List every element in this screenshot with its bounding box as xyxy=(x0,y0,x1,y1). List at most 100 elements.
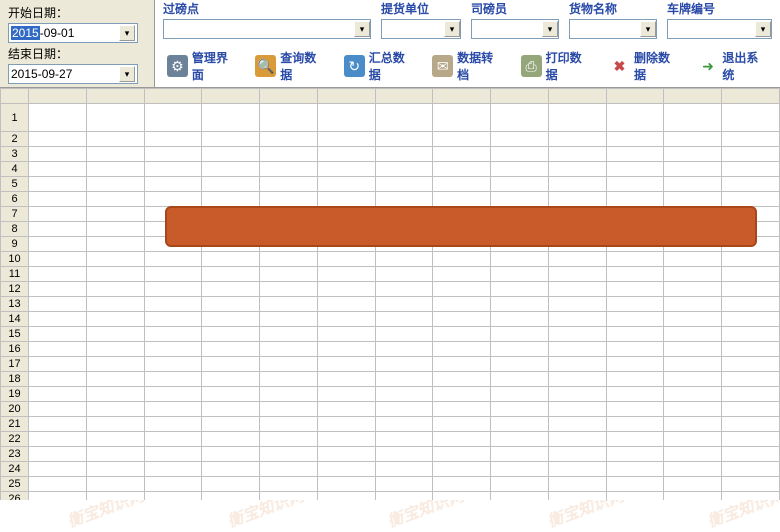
grid-cell[interactable] xyxy=(548,192,606,207)
grid-cell[interactable] xyxy=(144,417,202,432)
grid-cell[interactable] xyxy=(86,312,144,327)
grid-cell[interactable] xyxy=(375,327,433,342)
grid-cell[interactable] xyxy=(375,492,433,501)
chevron-down-icon[interactable]: ▾ xyxy=(119,25,135,41)
grid-col-header[interactable] xyxy=(202,89,260,104)
grid-cell[interactable] xyxy=(86,492,144,501)
grid-cell[interactable] xyxy=(29,297,87,312)
manage-button[interactable]: ⚙管理界面 xyxy=(167,49,237,83)
grid-cell[interactable] xyxy=(722,372,780,387)
grid-cell[interactable] xyxy=(606,432,664,447)
grid-cell[interactable] xyxy=(260,357,318,372)
grid-cell[interactable] xyxy=(29,237,87,252)
grid-cell[interactable] xyxy=(86,417,144,432)
grid-cell[interactable] xyxy=(722,104,780,132)
grid-cell[interactable] xyxy=(433,402,491,417)
table-row[interactable]: 11 xyxy=(1,267,780,282)
grid-cell[interactable] xyxy=(433,342,491,357)
grid-cell[interactable] xyxy=(144,342,202,357)
grid-cell[interactable] xyxy=(317,162,375,177)
grid-cell[interactable] xyxy=(260,177,318,192)
grid-cell[interactable] xyxy=(664,104,722,132)
grid-cell[interactable] xyxy=(433,357,491,372)
grid-cell[interactable] xyxy=(548,372,606,387)
grid-cell[interactable] xyxy=(202,342,260,357)
grid-cell[interactable] xyxy=(491,417,549,432)
grid-cell[interactable] xyxy=(491,387,549,402)
grid-cell[interactable] xyxy=(144,162,202,177)
grid-cell[interactable] xyxy=(548,104,606,132)
grid-cell[interactable] xyxy=(86,147,144,162)
grid-cell[interactable] xyxy=(260,192,318,207)
chevron-down-icon[interactable]: ▾ xyxy=(354,21,370,37)
grid-cell[interactable] xyxy=(606,192,664,207)
grid-cell[interactable] xyxy=(202,282,260,297)
grid-cell[interactable] xyxy=(606,177,664,192)
grid-cell[interactable] xyxy=(144,492,202,501)
grid-cell[interactable] xyxy=(144,252,202,267)
grid-cell[interactable] xyxy=(317,492,375,501)
grid-cell[interactable] xyxy=(491,312,549,327)
table-row[interactable]: 22 xyxy=(1,432,780,447)
grid-cell[interactable] xyxy=(491,132,549,147)
grid-cell[interactable] xyxy=(433,492,491,501)
grid-cell[interactable] xyxy=(548,417,606,432)
grid-cell[interactable] xyxy=(202,357,260,372)
grid-cell[interactable] xyxy=(722,177,780,192)
grid-cell[interactable] xyxy=(317,372,375,387)
grid-cell[interactable] xyxy=(375,342,433,357)
grid-cell[interactable] xyxy=(260,312,318,327)
grid-cell[interactable] xyxy=(433,447,491,462)
grid-cell[interactable] xyxy=(317,104,375,132)
grid-cell[interactable] xyxy=(491,297,549,312)
grid-cell[interactable] xyxy=(375,402,433,417)
grid-cell[interactable] xyxy=(491,492,549,501)
grid-cell[interactable] xyxy=(433,372,491,387)
grid-cell[interactable] xyxy=(144,387,202,402)
grid-cell[interactable] xyxy=(548,282,606,297)
table-row[interactable]: 23 xyxy=(1,447,780,462)
grid-cell[interactable] xyxy=(317,462,375,477)
grid-cell[interactable] xyxy=(664,372,722,387)
grid-cell[interactable] xyxy=(29,147,87,162)
grid-cell[interactable] xyxy=(202,104,260,132)
grid-cell[interactable] xyxy=(29,372,87,387)
grid-cell[interactable] xyxy=(29,402,87,417)
grid-cell[interactable] xyxy=(548,387,606,402)
grid-cell[interactable] xyxy=(433,267,491,282)
grid-cell[interactable] xyxy=(664,312,722,327)
grid-cell[interactable] xyxy=(433,297,491,312)
table-row[interactable]: 12 xyxy=(1,282,780,297)
grid-cell[interactable] xyxy=(86,342,144,357)
grid-cell[interactable] xyxy=(606,492,664,501)
grid-cell[interactable] xyxy=(722,252,780,267)
grid-cell[interactable] xyxy=(722,147,780,162)
table-row[interactable]: 18 xyxy=(1,372,780,387)
grid-cell[interactable] xyxy=(491,192,549,207)
grid-cell[interactable] xyxy=(144,402,202,417)
exit-button[interactable]: ➜退出系统 xyxy=(698,49,768,83)
grid-cell[interactable] xyxy=(433,477,491,492)
grid-cell[interactable] xyxy=(144,432,202,447)
table-row[interactable]: 5 xyxy=(1,177,780,192)
grid-cell[interactable] xyxy=(144,132,202,147)
grid-cell[interactable] xyxy=(202,372,260,387)
grid-cell[interactable] xyxy=(548,432,606,447)
grid-cell[interactable] xyxy=(144,147,202,162)
grid-cell[interactable] xyxy=(29,162,87,177)
table-row[interactable]: 26 xyxy=(1,492,780,501)
table-row[interactable]: 19 xyxy=(1,387,780,402)
grid-cell[interactable] xyxy=(317,297,375,312)
chevron-down-icon[interactable]: ▾ xyxy=(119,66,135,82)
grid-cell[interactable] xyxy=(86,252,144,267)
grid-cell[interactable] xyxy=(317,447,375,462)
table-row[interactable]: 25 xyxy=(1,477,780,492)
grid-col-header[interactable] xyxy=(722,89,780,104)
grid-cell[interactable] xyxy=(664,192,722,207)
grid-col-header[interactable] xyxy=(491,89,549,104)
grid-cell[interactable] xyxy=(491,477,549,492)
grid-cell[interactable] xyxy=(722,402,780,417)
grid-cell[interactable] xyxy=(29,447,87,462)
grid-col-header[interactable] xyxy=(144,89,202,104)
grid-cell[interactable] xyxy=(664,282,722,297)
